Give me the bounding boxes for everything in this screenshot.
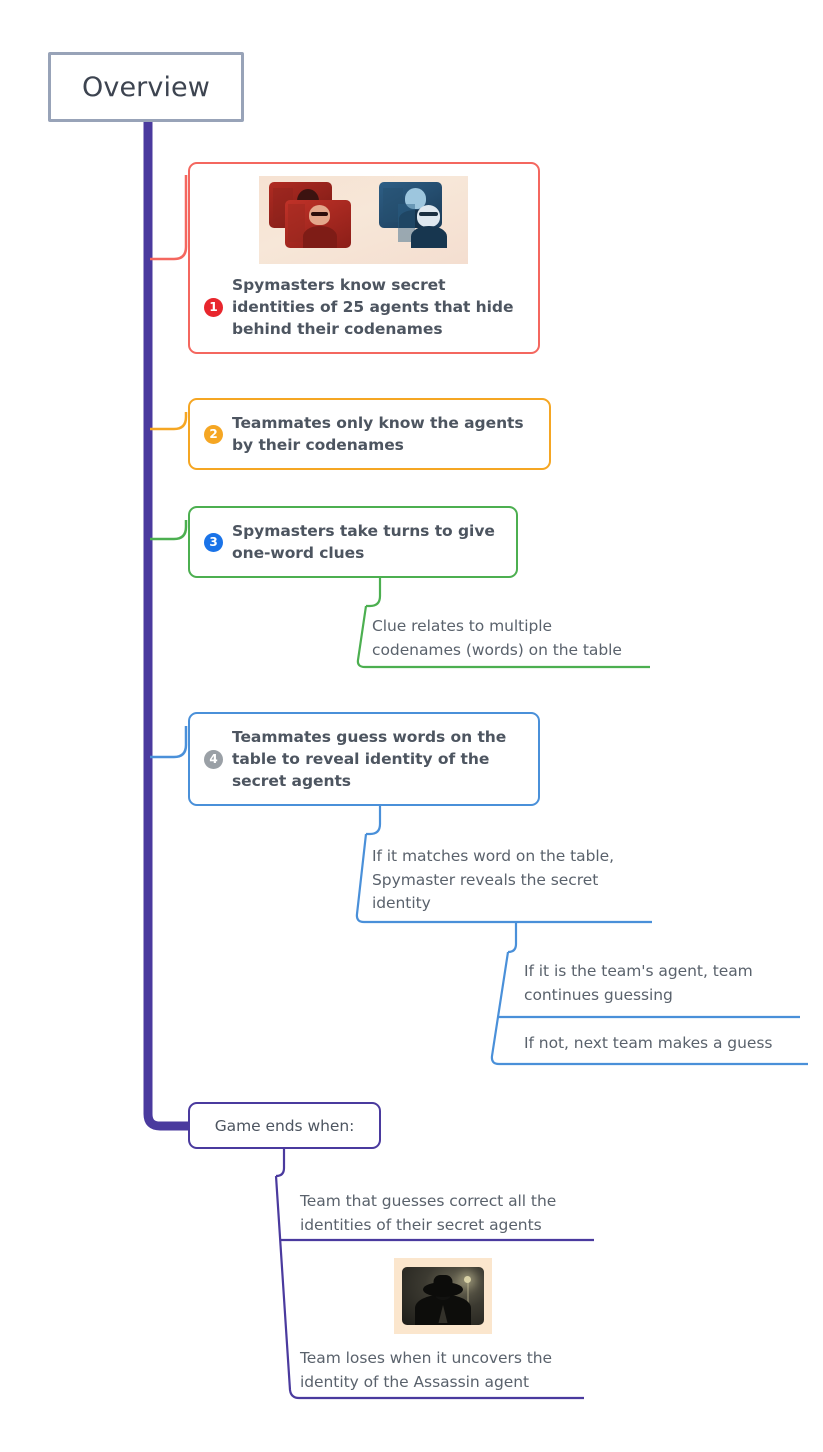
blue-card-front <box>395 200 461 248</box>
branch-4-row: 4 Teammates guess words on the table to … <box>204 726 522 792</box>
lamp-glow-icon <box>464 1276 471 1283</box>
branch-1-row: 1 Spymasters know secret identities of 2… <box>204 274 522 340</box>
assassin-card-art <box>402 1267 484 1325</box>
mindmap-canvas: Overview 1 Spymasters know secret identi… <box>0 0 823 1452</box>
ending-child-drop <box>275 1149 286 1178</box>
branch-node-1[interactable]: 1 Spymasters know secret identities of 2… <box>188 162 540 355</box>
leaf-team-loses-assassin[interactable]: Team loses when it uncovers the identity… <box>300 1347 600 1394</box>
branch-1-badge: 1 <box>204 297 223 317</box>
branch-node-2[interactable]: 2 Teammates only know the agents by thei… <box>188 398 551 471</box>
branch-2-row: 2 Teammates only know the agents by thei… <box>204 412 533 456</box>
assassin-image-wrap <box>394 1258 492 1334</box>
ending-node-label: Game ends when: <box>214 1116 355 1135</box>
branch-3-label: Spymasters take turns to give one-word c… <box>232 522 495 563</box>
red-card-front <box>284 200 351 248</box>
branch4-child-drop <box>366 803 382 836</box>
leaf-if-matches-word-label: If it matches word on the table, Spymast… <box>372 847 615 913</box>
root-node[interactable]: Overview <box>48 52 244 122</box>
branch-line-3 <box>150 520 188 541</box>
branch-line-4 <box>150 726 188 759</box>
leaf-clue-relates-label: Clue relates to multiple codenames (word… <box>372 617 622 659</box>
branch-1-image-wrap <box>204 176 522 264</box>
branch4-grandchild-drop <box>507 922 518 954</box>
leaf-team-loses-assassin-label: Team loses when it uncovers the identity… <box>300 1349 553 1391</box>
page-title: Overview <box>82 71 210 103</box>
leaf-next-team-guess-label: If not, next team makes a guess <box>524 1034 773 1052</box>
spy-team-cards-image <box>258 176 468 264</box>
branch-2-label: Teammates only know the agents by their … <box>232 414 524 455</box>
branch-node-4[interactable]: 4 Teammates guess words on the table to … <box>188 712 540 807</box>
branch-4-badge: 4 <box>204 749 223 769</box>
branch-3-row: 3 Spymasters take turns to give one-word… <box>204 520 500 564</box>
leaf-team-guesses-correct-label: Team that guesses correct all the identi… <box>300 1192 557 1234</box>
branch-4-label: Teammates guess words on the table to re… <box>232 728 507 791</box>
leaf-next-team-guess[interactable]: If not, next team makes a guess <box>524 1032 814 1056</box>
assassin-hat-crown <box>433 1275 453 1288</box>
branch-2-badge: 2 <box>204 424 223 444</box>
leaf-team-guesses-correct[interactable]: Team that guesses correct all the identi… <box>300 1190 600 1237</box>
branch-1-label: Spymasters know secret identities of 25 … <box>232 276 514 339</box>
trunk-line <box>143 120 188 1131</box>
branch-line-1 <box>150 175 188 261</box>
assassin-card-image <box>394 1258 492 1334</box>
branch-line-2 <box>150 412 188 431</box>
branch-3-badge: 3 <box>204 532 223 552</box>
ending-node[interactable]: Game ends when: <box>188 1102 381 1149</box>
branch-node-3[interactable]: 3 Spymasters take turns to give one-word… <box>188 506 518 579</box>
leaf-team-continues-guessing[interactable]: If it is the team's agent, team continue… <box>524 960 814 1007</box>
leaf-clue-relates[interactable]: Clue relates to multiple codenames (word… <box>372 615 662 662</box>
leaf-if-matches-word[interactable]: If it matches word on the table, Spymast… <box>372 845 672 916</box>
leaf-team-continues-guessing-label: If it is the team's agent, team continue… <box>524 962 753 1004</box>
